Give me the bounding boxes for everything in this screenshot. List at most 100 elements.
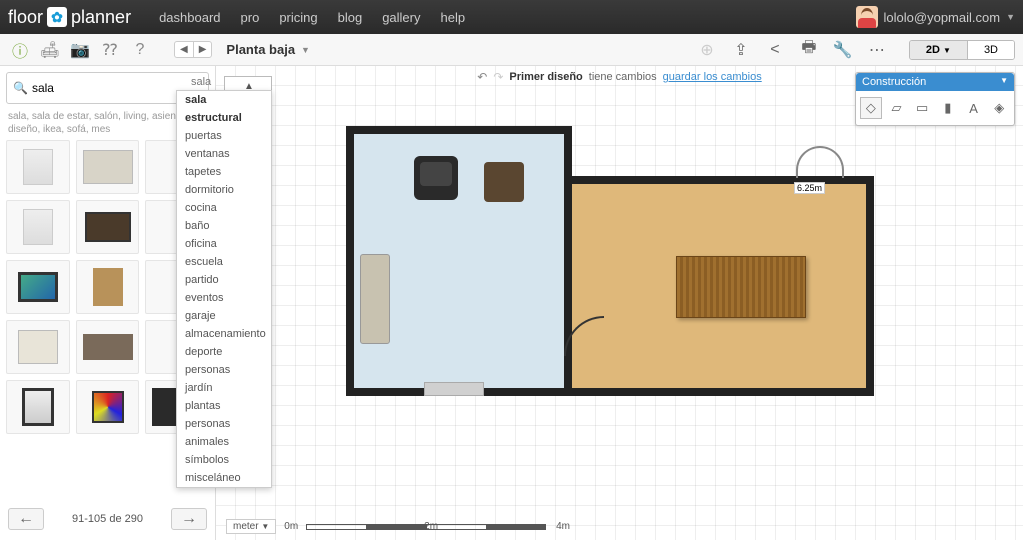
- category-option[interactable]: plantas: [177, 397, 271, 415]
- share-icon[interactable]: <: [763, 38, 787, 62]
- category-option[interactable]: oficina: [177, 235, 271, 253]
- construction-title: Construcción: [862, 76, 926, 88]
- thumb-item[interactable]: [6, 260, 70, 314]
- thumb-item[interactable]: [6, 140, 70, 194]
- brand-word-2: planner: [71, 7, 131, 28]
- thumb-item[interactable]: [76, 260, 140, 314]
- construction-header[interactable]: Construcción ▼: [856, 73, 1014, 91]
- category-option[interactable]: garaje: [177, 307, 271, 325]
- category-option[interactable]: misceláneo: [177, 469, 271, 487]
- sofa[interactable]: [360, 254, 390, 344]
- chevron-down-icon: ▼: [1006, 12, 1015, 22]
- settings-icon[interactable]: ⋯: [865, 38, 889, 62]
- floor-prev-button[interactable]: ◀: [175, 42, 194, 57]
- info-icon[interactable]: ⓘ: [8, 38, 32, 62]
- view-3d-tab[interactable]: 3D: [968, 41, 1014, 59]
- category-option[interactable]: tapetes: [177, 163, 271, 181]
- category-option[interactable]: jardín: [177, 379, 271, 397]
- view-2d-tab[interactable]: 2D ▼: [910, 41, 968, 59]
- category-option[interactable]: símbolos: [177, 451, 271, 469]
- category-option[interactable]: eventos: [177, 289, 271, 307]
- main-area: 🔍 sala ▼ sala, sala de estar, salón, liv…: [0, 66, 1023, 540]
- undo-icon[interactable]: ↶: [477, 70, 487, 84]
- category-option[interactable]: baño: [177, 217, 271, 235]
- text-tool-icon[interactable]: A: [963, 97, 985, 119]
- armchair-black[interactable]: [414, 156, 458, 200]
- thumb-item[interactable]: [76, 380, 140, 434]
- help-tool-icon[interactable]: ?: [128, 38, 152, 62]
- wrench-icon[interactable]: 🔧: [831, 38, 855, 62]
- add-icon[interactable]: ⊕: [695, 38, 719, 62]
- category-option[interactable]: puertas: [177, 127, 271, 145]
- category-option[interactable]: escuela: [177, 253, 271, 271]
- floor-name: Planta baja: [226, 42, 295, 57]
- canvas[interactable]: ↶ ↷ Primer diseño tiene cambios guardar …: [215, 66, 1023, 540]
- rug[interactable]: [424, 382, 484, 396]
- nav-gallery[interactable]: gallery: [382, 10, 420, 25]
- redo-icon[interactable]: ↷: [493, 70, 503, 84]
- construction-palette: Construcción ▼ ◇ ▱ ▭ ▮ A ◈: [855, 72, 1015, 126]
- nav-pro[interactable]: pro: [241, 10, 260, 25]
- room-left[interactable]: [346, 126, 572, 396]
- unit-selector[interactable]: meter ▼: [226, 519, 276, 534]
- chevron-down-icon: ▼: [1000, 76, 1008, 88]
- thumb-item[interactable]: [6, 380, 70, 434]
- floor-selector[interactable]: Planta baja ▼: [226, 42, 310, 57]
- design-title: Primer diseño: [509, 71, 582, 83]
- page-prev-button[interactable]: ←: [8, 508, 44, 530]
- nav-pricing[interactable]: pricing: [279, 10, 317, 25]
- category-option[interactable]: sala: [177, 91, 271, 109]
- category-option[interactable]: personas: [177, 415, 271, 433]
- nav-blog[interactable]: blog: [338, 10, 363, 25]
- export-icon[interactable]: ⇪: [729, 38, 753, 62]
- category-option[interactable]: deporte: [177, 343, 271, 361]
- nav-dashboard[interactable]: dashboard: [159, 10, 220, 25]
- avatar-icon: [856, 6, 878, 28]
- wall-tool-icon[interactable]: ◇: [860, 97, 882, 119]
- view-tabs: 2D ▼ 3D: [909, 40, 1015, 60]
- category-option[interactable]: animales: [177, 433, 271, 451]
- category-option[interactable]: ventanas: [177, 145, 271, 163]
- brand-word-1: floor: [8, 7, 43, 28]
- scale-tick-2: 2m: [424, 521, 438, 532]
- floor-next-button[interactable]: ▶: [194, 42, 212, 57]
- right-tools: ⊕ ⇪ < 🖶 🔧 ⋯ 2D ▼ 3D: [695, 38, 1015, 62]
- top-nav: floor ✿ planner dashboard pro pricing bl…: [0, 0, 1023, 34]
- category-option[interactable]: almacenamiento: [177, 325, 271, 343]
- armchair-brown[interactable]: [484, 162, 524, 202]
- category-dropdown: sala estructural puertas ventanas tapete…: [176, 90, 272, 488]
- category-option[interactable]: cocina: [177, 199, 271, 217]
- toolbar: ⓘ 🛋 📷 ⁇ ? ◀ ▶ Planta baja ▼ ⊕ ⇪ < 🖶 🔧 ⋯ …: [0, 34, 1023, 66]
- thumb-item[interactable]: [76, 320, 140, 374]
- thumb-item[interactable]: [76, 140, 140, 194]
- wood-table[interactable]: [676, 256, 806, 318]
- dimension-tool-icon[interactable]: ◈: [988, 97, 1010, 119]
- category-option[interactable]: estructural: [177, 109, 271, 127]
- scale-bar: meter ▼ 0m 2m 4m: [226, 519, 590, 534]
- thumb-item[interactable]: [6, 320, 70, 374]
- camera-tool-icon[interactable]: 📷: [68, 38, 92, 62]
- search-input[interactable]: [32, 81, 187, 95]
- category-option[interactable]: personas: [177, 361, 271, 379]
- nav-help[interactable]: help: [440, 10, 465, 25]
- brand[interactable]: floor ✿ planner: [8, 7, 131, 28]
- floor-nav-arrows: ◀ ▶: [174, 41, 212, 58]
- surface-tool-icon[interactable]: ▭: [911, 97, 933, 119]
- brand-logo-icon: ✿: [47, 7, 67, 27]
- room-tool-icon[interactable]: ▱: [886, 97, 908, 119]
- page-next-button[interactable]: →: [171, 508, 207, 530]
- line-tool-icon[interactable]: ▮: [937, 97, 959, 119]
- user-menu[interactable]: lololo@yopmail.com ▼: [856, 6, 1015, 28]
- page-info: 91-105 de 290: [72, 513, 143, 525]
- save-changes-link[interactable]: guardar los cambios: [663, 71, 762, 83]
- thumb-item[interactable]: [6, 200, 70, 254]
- measure-tool-icon[interactable]: ⁇: [98, 38, 122, 62]
- door-exterior[interactable]: [796, 146, 844, 178]
- category-option[interactable]: partido: [177, 271, 271, 289]
- thumb-item[interactable]: [76, 200, 140, 254]
- print-icon[interactable]: 🖶: [797, 38, 821, 62]
- category-option[interactable]: dormitorio: [177, 181, 271, 199]
- scale-tick-4: 4m: [556, 521, 570, 532]
- sofa-tool-icon[interactable]: 🛋: [38, 38, 62, 62]
- scale-tick-0: 0m: [284, 521, 298, 532]
